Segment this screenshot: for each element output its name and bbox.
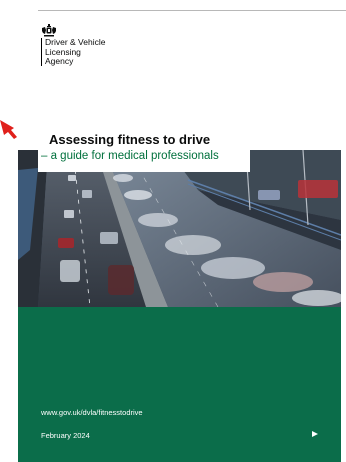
agency-name: Driver & Vehicle Licensing Agency [45, 37, 105, 67]
top-divider [38, 10, 346, 11]
document-title: Assessing fitness to drive [49, 132, 211, 147]
agency-line-3: Agency [45, 56, 74, 67]
agency-logo-bar [41, 38, 42, 66]
publication-date: February 2024 [41, 431, 90, 440]
footer-url: www.gov.uk/dvla/fitnesstodrive [41, 408, 143, 417]
document-subtitle: – a guide for medical professionals [41, 150, 219, 162]
royal-coat-of-arms-icon [42, 24, 56, 37]
green-footer-panel: www.gov.uk/dvla/fitnesstodrive February … [18, 307, 341, 462]
play-triangle-icon[interactable] [312, 431, 318, 437]
title-block: Assessing fitness to drive – a guide for… [38, 128, 250, 172]
document-cover-page: Driver & Vehicle Licensing Agency Assess… [0, 0, 346, 462]
motorway-traffic-photo [18, 150, 341, 307]
red-arrow-icon [0, 120, 17, 139]
